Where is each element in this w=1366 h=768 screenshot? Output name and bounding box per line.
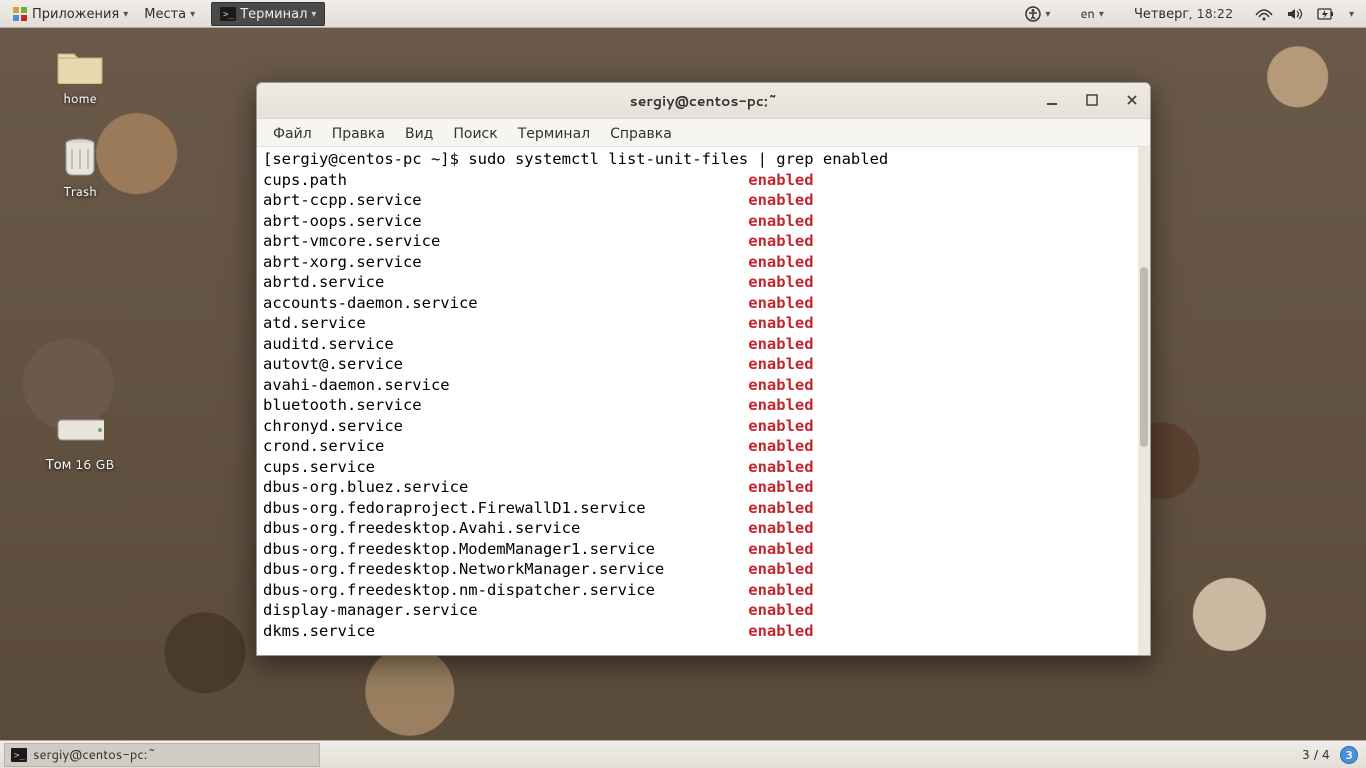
volume-icon[interactable] — [1287, 7, 1303, 21]
terminal-window: sergiy@centos-pc:~ Файл Правка Вид Поиск… — [256, 82, 1151, 656]
applications-menu[interactable]: Приложения ▾ — [4, 0, 136, 28]
menu-terminal[interactable]: Терминал — [508, 123, 600, 143]
taskbar-label: sergiy@centos-pc:~ — [33, 746, 156, 764]
lang-label: en — [1080, 5, 1094, 23]
maximize-button[interactable] — [1080, 88, 1104, 112]
top-panel: Приложения ▾ Места ▾ >_ Терминал ▾ ▾ en … — [0, 0, 1366, 28]
terminal-icon: >_ — [11, 748, 27, 762]
menu-search[interactable]: Поиск — [443, 123, 507, 143]
battery-icon[interactable] — [1317, 8, 1335, 20]
menu-view[interactable]: Вид — [395, 123, 443, 143]
apps-icon — [12, 6, 28, 22]
bottom-panel: >_ sergiy@centos-pc:~ 3 / 4 3 — [0, 740, 1366, 768]
terminal-task-label: Терминал — [240, 5, 307, 23]
drive-icon — [56, 406, 104, 454]
network-icon[interactable] — [1255, 7, 1273, 21]
clock-label: Четверг, 18:22 — [1134, 5, 1233, 23]
taskbar-terminal[interactable]: >_ sergiy@centos-pc:~ — [4, 743, 320, 767]
window-title: sergiy@centos-pc:~ — [630, 91, 778, 111]
chevron-down-icon: ▾ — [1045, 7, 1050, 21]
desktop-icon-label: Trash — [63, 183, 97, 201]
close-button[interactable] — [1120, 88, 1144, 112]
desktop-icon-volume[interactable]: Том 16 GB — [20, 406, 140, 474]
chevron-down-icon: ▾ — [1349, 7, 1354, 21]
chevron-down-icon: ▾ — [1099, 7, 1104, 21]
menu-file[interactable]: Файл — [263, 123, 322, 143]
trash-icon — [56, 133, 104, 181]
desktop-icon-label: Том 16 GB — [46, 456, 114, 474]
menu-edit[interactable]: Правка — [322, 123, 395, 143]
terminal-icon: >_ — [220, 7, 236, 21]
keyboard-layout[interactable]: en ▾ — [1072, 0, 1112, 28]
places-menu[interactable]: Места ▾ — [136, 0, 203, 28]
scrollbar-thumb[interactable] — [1140, 267, 1148, 447]
chevron-down-icon: ▾ — [311, 7, 316, 21]
minimize-button[interactable] — [1040, 88, 1064, 112]
places-label: Места — [144, 5, 186, 23]
clock[interactable]: Четверг, 18:22 — [1126, 0, 1241, 28]
desktop-icon-trash[interactable]: Trash — [20, 133, 140, 201]
menubar: Файл Правка Вид Поиск Терминал Справка — [257, 119, 1150, 147]
workspace-badge[interactable]: 3 — [1340, 746, 1358, 764]
desktop-icon-label: home — [63, 90, 96, 108]
applications-label: Приложения — [32, 5, 119, 23]
titlebar[interactable]: sergiy@centos-pc:~ — [257, 83, 1150, 119]
svg-text:>_: >_ — [223, 10, 234, 20]
desktop-icons: home Trash Том 16 GB — [20, 40, 140, 474]
folder-home-icon — [56, 40, 104, 88]
terminal-content[interactable]: [sergiy@centos-pc ~]$ sudo systemctl lis… — [257, 147, 1150, 655]
accessibility-icon — [1025, 6, 1041, 22]
chevron-down-icon: ▾ — [190, 7, 195, 21]
accessibility-menu[interactable]: ▾ — [1017, 0, 1058, 28]
workspace-indicator[interactable]: 3 / 4 — [1302, 746, 1330, 764]
top-terminal-task[interactable]: >_ Терминал ▾ — [211, 2, 325, 26]
svg-text:>_: >_ — [14, 751, 25, 761]
desktop-icon-home[interactable]: home — [20, 40, 140, 108]
menu-help[interactable]: Справка — [600, 123, 682, 143]
chevron-down-icon: ▾ — [123, 7, 128, 21]
scrollbar[interactable] — [1138, 147, 1150, 655]
